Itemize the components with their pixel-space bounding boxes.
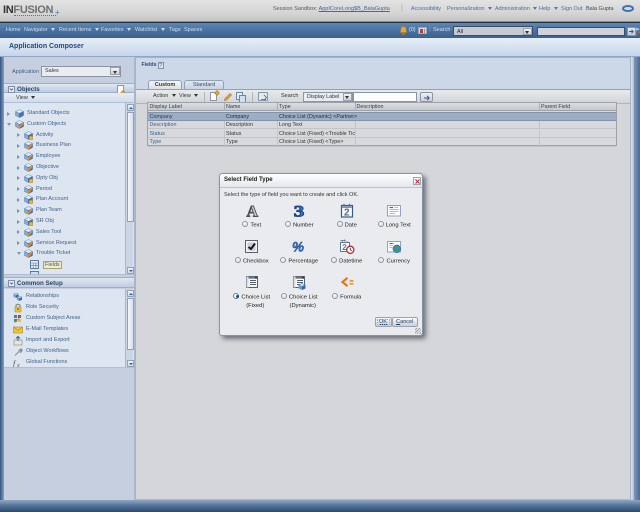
svg-text:A: A — [246, 204, 258, 219]
svg-text:3: 3 — [294, 204, 305, 219]
svg-text:%: % — [292, 240, 304, 255]
svg-text:x: x — [16, 363, 20, 368]
svg-text:2: 2 — [344, 208, 350, 219]
